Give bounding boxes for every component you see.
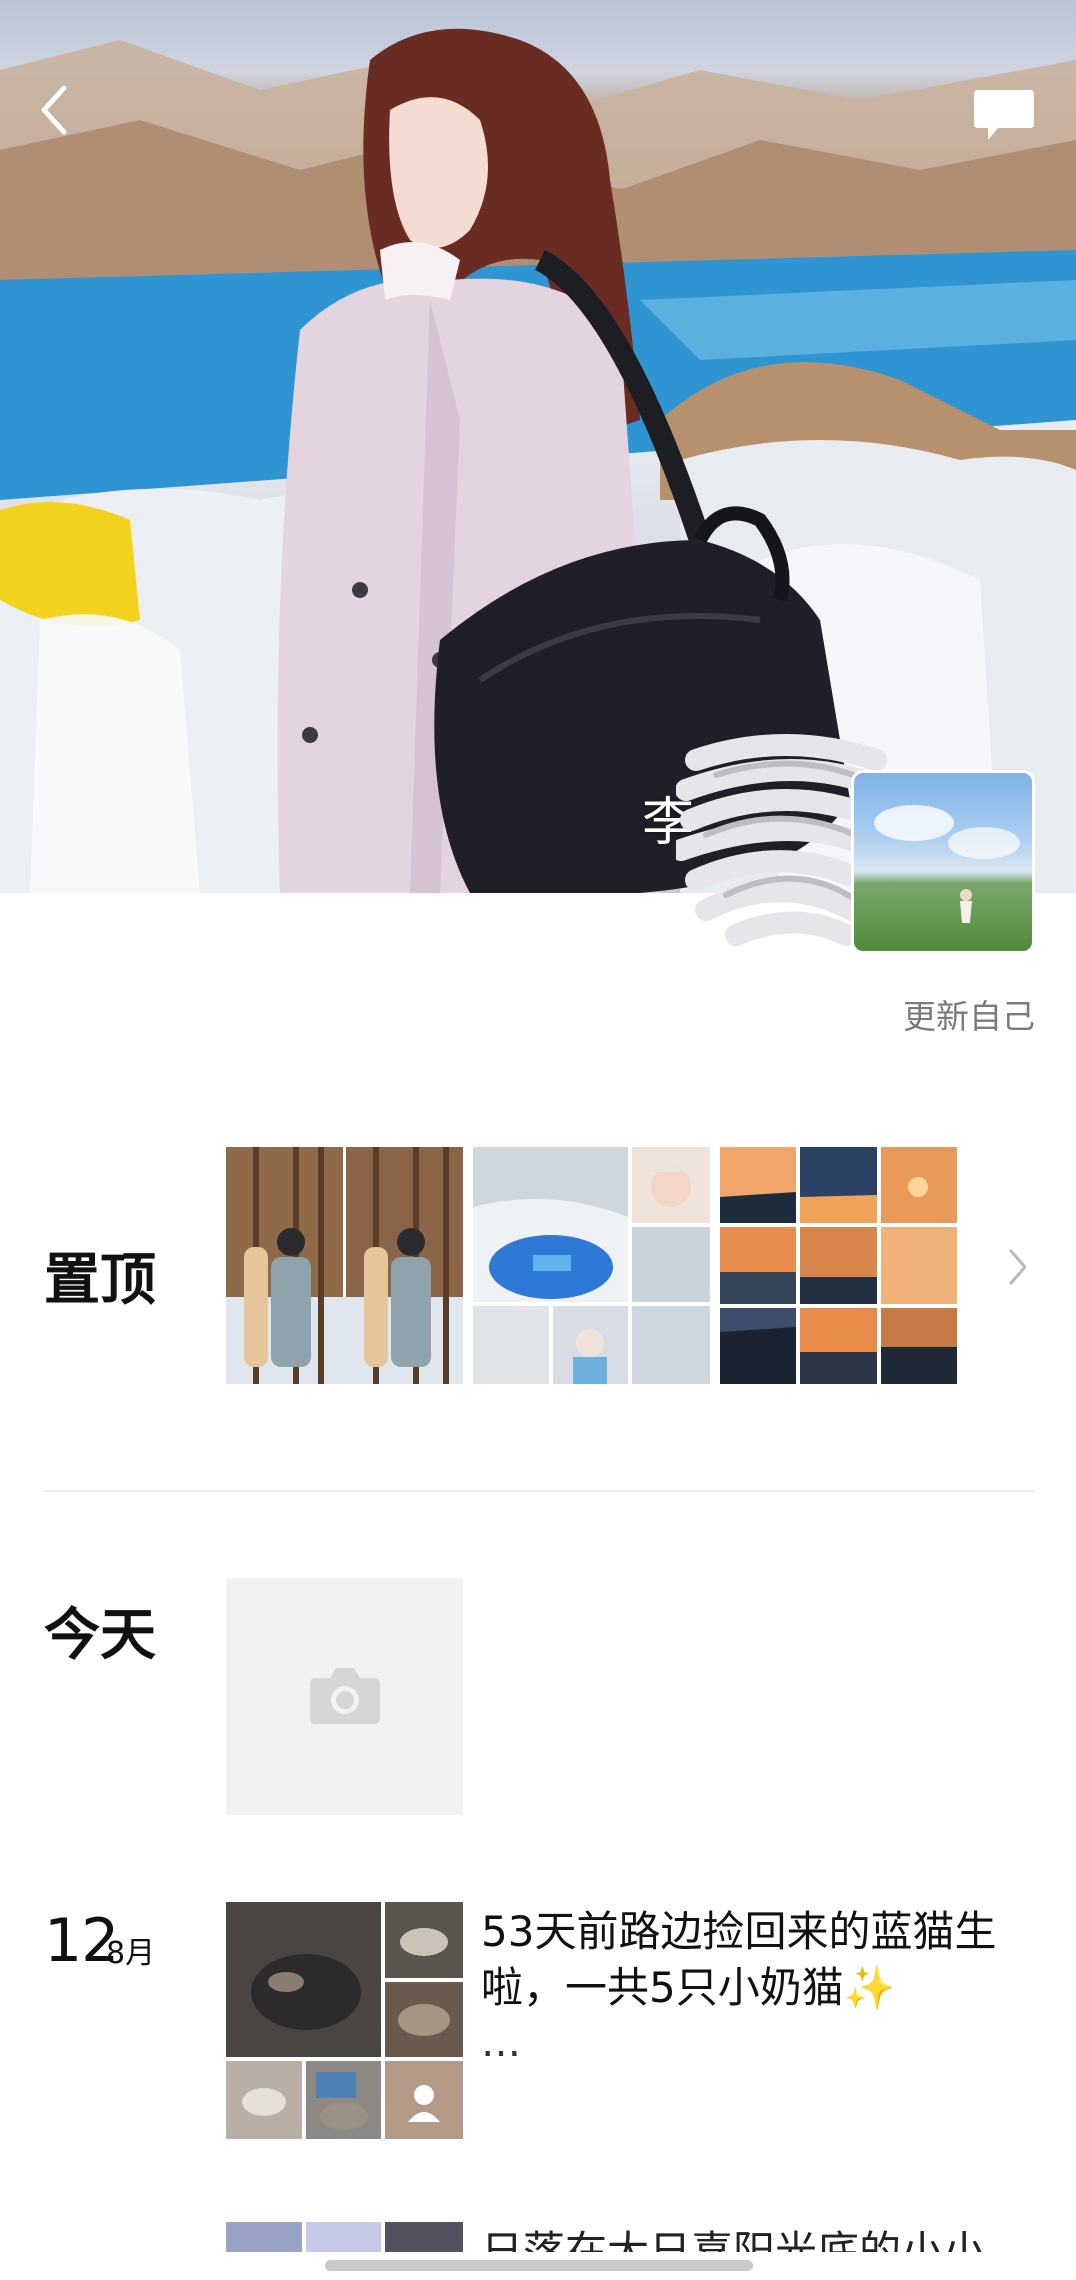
chat-bubble-icon [974,90,1034,140]
pinned-post-thumbnail[interactable] [720,1147,957,1384]
profile-avatar[interactable] [851,770,1035,954]
section-divider [44,1490,1034,1492]
update-self-link[interactable]: 更新自己 [903,990,1035,1038]
cover-photo[interactable]: 李 [0,0,1076,893]
pinned-photo-sunsets [720,1147,957,1384]
post-thumbnail-grid[interactable] [226,1902,463,2139]
messages-button[interactable] [972,86,1036,144]
pinned-post-thumbnail[interactable] [226,1147,463,1384]
new-post-camera-button[interactable] [226,1578,463,1815]
back-button[interactable] [30,80,80,140]
home-indicator[interactable] [325,2260,753,2271]
pinned-photo-snowboard [226,1147,463,1384]
post-text[interactable]: 53天前路边捡回来的蓝猫生啦，一共5只小奶猫✨ [481,1904,1041,2016]
chevron-right-icon [1009,1249,1027,1285]
pinned-photo-snow-boat [473,1147,710,1384]
next-post-photo [226,2222,463,2252]
pinned-more-button[interactable] [1003,1245,1033,1289]
cover-scenery [0,28,1076,893]
post-date-month: 8月 [106,1936,156,1971]
avatar-image [874,805,1020,923]
pinned-section-label: 置顶 [44,1248,156,1313]
chevron-left-icon [41,85,67,135]
next-post-thumbnail[interactable] [226,2222,463,2252]
next-post-text[interactable]: 日落在大日喜阳光底的小小 [481,2222,985,2252]
post-ellipsis: … [481,2020,521,2066]
today-section-label: 今天 [44,1603,156,1668]
camera-icon [310,1668,380,1724]
pinned-post-thumbnail[interactable] [473,1147,710,1384]
post-photo-cats [226,1902,463,2139]
